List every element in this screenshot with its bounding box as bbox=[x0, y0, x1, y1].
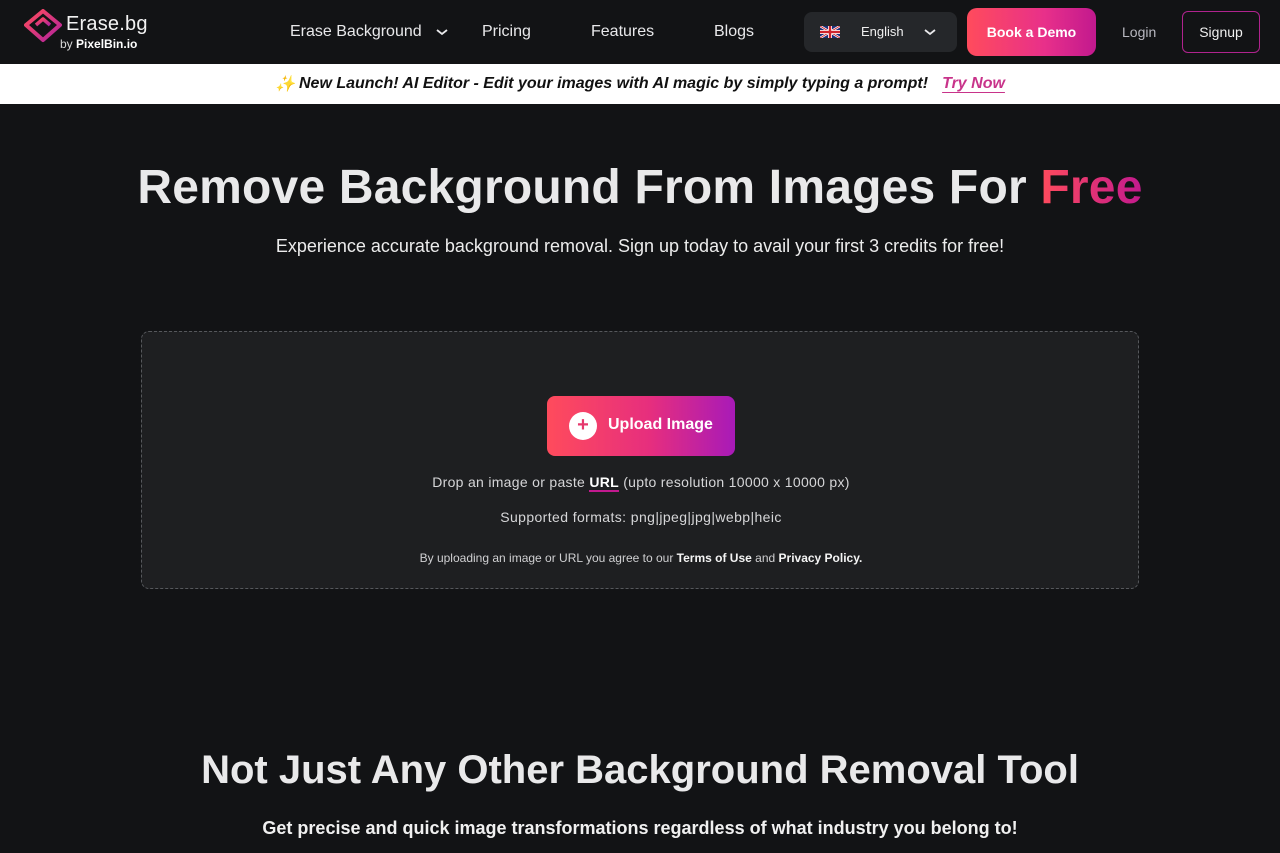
formats-list: png|jpeg|jpg|webp|heic bbox=[631, 509, 782, 525]
terms-and: and bbox=[752, 551, 779, 565]
brand-logo[interactable]: Erase.bg by PixelBin.io bbox=[24, 9, 154, 55]
hero-subtitle: Experience accurate background removal. … bbox=[0, 236, 1280, 257]
banner-text: New Launch! AI Editor - Edit your images… bbox=[299, 75, 928, 93]
section-subtitle: Get precise and quick image transformati… bbox=[0, 818, 1280, 839]
chevron-down-icon bbox=[924, 26, 936, 38]
upload-image-button[interactable]: + Upload Image bbox=[547, 396, 735, 456]
hero-title: Remove Background From Images For Free bbox=[0, 160, 1280, 215]
privacy-policy-link[interactable]: Privacy Policy. bbox=[779, 551, 863, 565]
hero-title-main: Remove Background From Images For bbox=[137, 161, 1040, 214]
drop-suffix: (upto resolution 10000 x 10000 px) bbox=[619, 474, 850, 490]
brand-name: Erase.bg bbox=[66, 13, 148, 36]
plus-icon: + bbox=[569, 412, 597, 440]
chevron-down-icon bbox=[436, 26, 448, 38]
hero-title-accent: Free bbox=[1040, 161, 1142, 214]
language-selector[interactable]: English bbox=[804, 12, 957, 52]
erase-bg-logo-icon bbox=[24, 9, 62, 43]
nav-features[interactable]: Features bbox=[591, 20, 654, 44]
drop-instructions: Drop an image or paste URL (upto resolut… bbox=[142, 474, 1140, 490]
nav-erase-background[interactable]: Erase Background bbox=[290, 20, 448, 44]
upload-image-label: Upload Image bbox=[608, 416, 713, 434]
brand-by-line: by PixelBin.io bbox=[60, 37, 137, 51]
uk-flag-icon bbox=[820, 26, 840, 38]
formats-label: Supported formats: bbox=[500, 509, 631, 525]
try-now-link[interactable]: Try Now bbox=[942, 75, 1005, 93]
language-label: English bbox=[861, 24, 904, 39]
login-link[interactable]: Login bbox=[1122, 24, 1156, 40]
supported-formats: Supported formats: png|jpeg|jpg|webp|hei… bbox=[142, 509, 1140, 525]
paste-url-link[interactable]: URL bbox=[589, 474, 619, 492]
terms-prefix: By uploading an image or URL you agree t… bbox=[420, 551, 677, 565]
banner-sparkle-icon: ✨ bbox=[275, 74, 295, 94]
terms-notice: By uploading an image or URL you agree t… bbox=[142, 551, 1140, 565]
nav-pricing[interactable]: Pricing bbox=[482, 20, 531, 44]
drop-prefix: Drop an image or paste bbox=[432, 474, 589, 490]
section-title: Not Just Any Other Background Removal To… bbox=[0, 748, 1280, 793]
signup-button[interactable]: Signup bbox=[1182, 11, 1260, 53]
image-dropzone[interactable]: + Upload Image Drop an image or paste UR… bbox=[141, 331, 1139, 589]
book-demo-button[interactable]: Book a Demo bbox=[967, 8, 1096, 56]
nav-blogs[interactable]: Blogs bbox=[714, 20, 754, 44]
terms-of-use-link[interactable]: Terms of Use bbox=[677, 551, 752, 565]
nav-erase-background-label: Erase Background bbox=[290, 20, 422, 44]
top-nav: Erase.bg by PixelBin.io Erase Background… bbox=[0, 0, 1280, 64]
announcement-banner: ✨ New Launch! AI Editor - Edit your imag… bbox=[0, 64, 1280, 104]
